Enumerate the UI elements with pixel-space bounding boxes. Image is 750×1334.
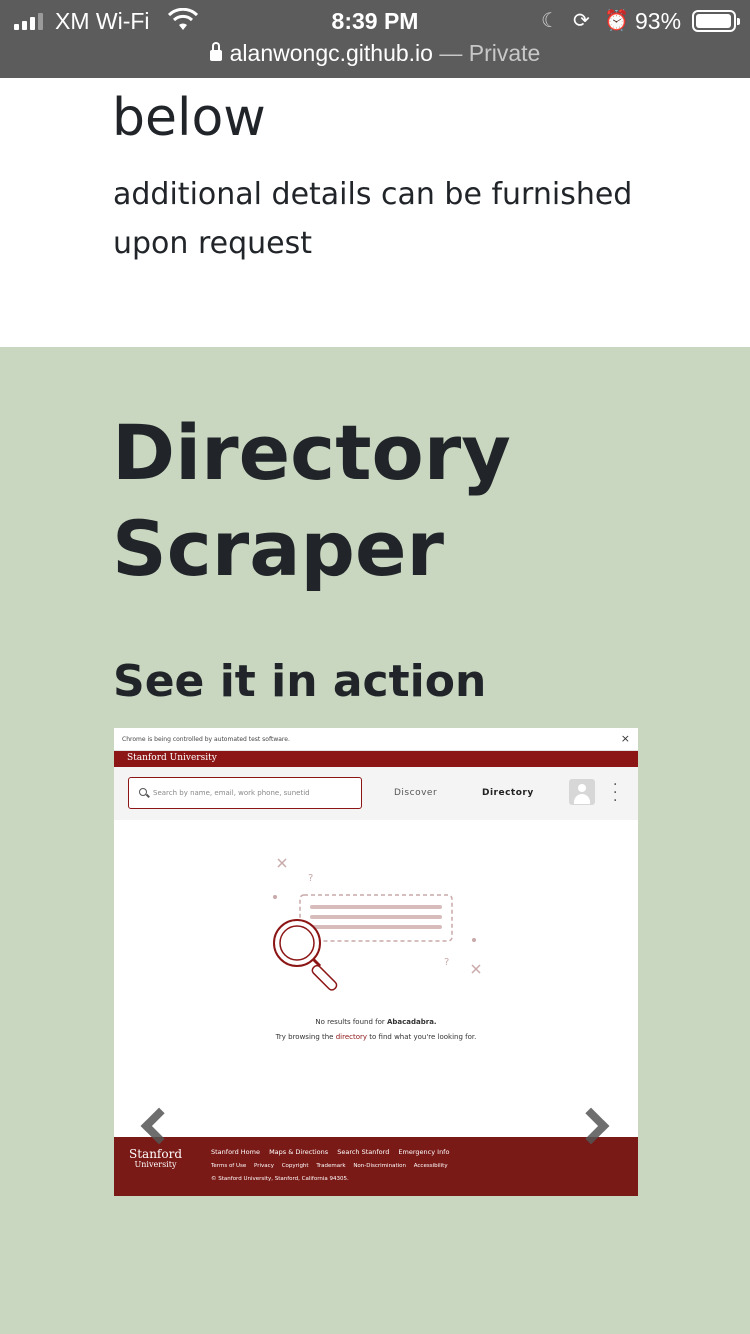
automation-notice-text: Chrome is being controlled by automated …: [122, 736, 290, 743]
section-heading-tail: below: [112, 88, 266, 148]
no-results-prefix: No results found for: [315, 1018, 385, 1026]
try-prefix: Try browsing the: [275, 1033, 334, 1041]
footer-link: Trademark: [316, 1163, 346, 1169]
footer-link: Accessibility: [413, 1163, 448, 1169]
footer-link: Non-Discrimination: [353, 1163, 406, 1169]
directory-link: directory: [335, 1033, 368, 1041]
battery-percent: 93%: [635, 8, 682, 34]
footer-link: Copyright: [281, 1163, 309, 1169]
alarm-icon: ⏰: [604, 10, 629, 32]
search-icon: [139, 788, 147, 796]
footer-link: Search Stanford: [337, 1148, 390, 1156]
avatar: [569, 779, 595, 805]
directory-search-box: Search by name, email, work phone, sunet…: [128, 777, 362, 809]
nav-directory: Directory: [482, 788, 534, 798]
automation-notice-bar: Chrome is being controlled by automated …: [114, 728, 638, 751]
private-separator: —: [439, 40, 463, 66]
stanford-footer: Stanford University Stanford Home Maps &…: [114, 1137, 638, 1196]
footer-link: Terms of Use: [211, 1163, 247, 1169]
do-not-disturb-icon: ☾: [541, 10, 559, 32]
stanford-brand-bar: Stanford University: [114, 751, 638, 767]
try-browsing-message: Try browsing the directory to find what …: [114, 1033, 638, 1041]
try-suffix: to find what you're looking for.: [369, 1033, 477, 1041]
svg-text:?: ?: [444, 957, 449, 968]
demo-carousel[interactable]: Chrome is being controlled by automated …: [114, 728, 638, 1196]
footer-links-primary: Stanford Home Maps & Directions Search S…: [211, 1148, 456, 1156]
stanford-brand-text: Stanford University: [127, 753, 217, 763]
no-results-illustration: ? ?: [273, 858, 481, 991]
lock-icon: [209, 42, 222, 61]
footer-link: Stanford Home: [211, 1148, 260, 1156]
footer-copyright: © Stanford University, Stanford, Califor…: [211, 1176, 349, 1182]
footer-logo-text: Stanford: [129, 1147, 183, 1161]
stanford-logo: Stanford University: [129, 1147, 182, 1169]
ios-status-bar: XM Wi-Fi 8:39 PM ☾ ⟳ ⏰ 93% alanwongc.git…: [0, 0, 750, 78]
footer-logo-sub: University: [134, 1160, 177, 1169]
battery-icon: [692, 10, 740, 32]
rotation-lock-icon: ⟳: [573, 10, 590, 32]
no-results-query: Abacadabra.: [386, 1018, 437, 1026]
more-icon: · · ·: [613, 777, 618, 809]
project-title: Directory Scraper: [112, 408, 511, 593]
details-text: additional details can be furnished upon…: [113, 177, 633, 261]
footer-link: Maps & Directions: [269, 1148, 329, 1156]
private-label: Private: [468, 40, 541, 66]
see-it-in-action-heading: See it in action: [113, 656, 487, 707]
directory-header: Search by name, email, work phone, sunet…: [114, 767, 638, 820]
no-results-message: No results found for Abacadabra.: [114, 1018, 638, 1026]
nav-discover: Discover: [394, 788, 438, 798]
url-text: alanwongc.github.io: [229, 40, 433, 66]
close-icon: ×: [620, 732, 630, 745]
search-placeholder: Search by name, email, work phone, sunet…: [153, 789, 310, 797]
address-bar[interactable]: alanwongc.github.io — Private: [0, 40, 750, 67]
svg-text:?: ?: [308, 873, 313, 884]
footer-links-secondary: Terms of Use Privacy Copyright Trademark…: [211, 1163, 454, 1169]
footer-link: Emergency Info: [398, 1148, 450, 1156]
footer-link: Privacy: [254, 1163, 274, 1169]
